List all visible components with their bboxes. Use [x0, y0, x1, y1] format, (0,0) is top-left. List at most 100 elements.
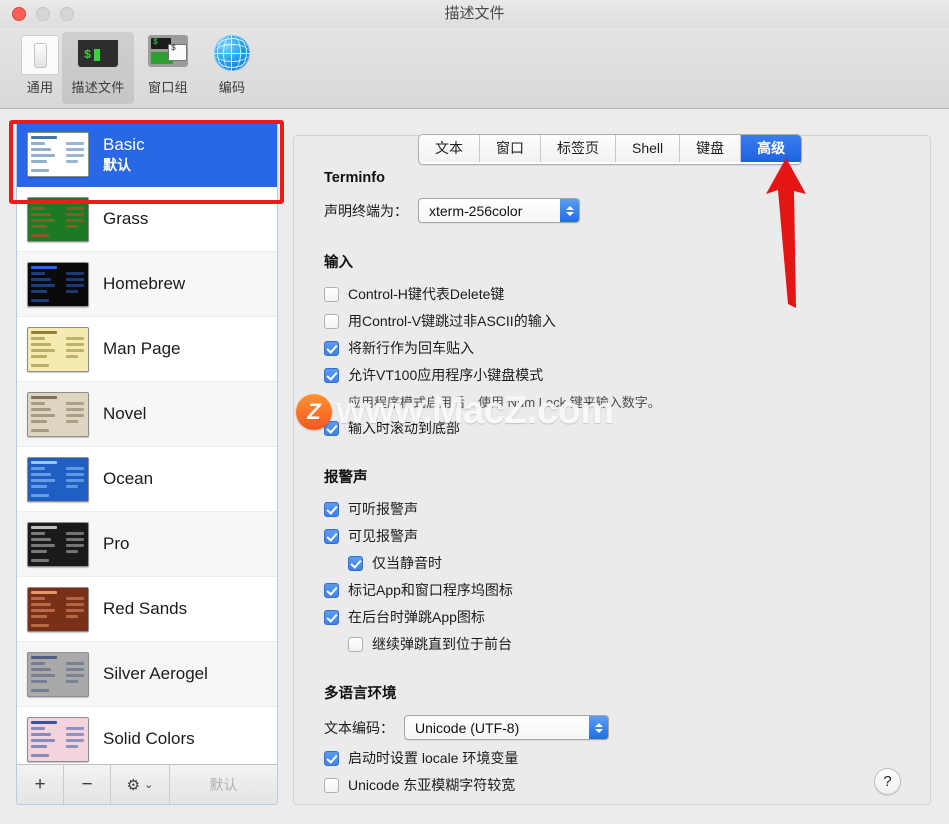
profile-row[interactable]: Red Sands — [17, 577, 277, 642]
profile-list[interactable]: Basic 默认 Grass Homebrew Man Page Novel Ocean Pr… — [17, 122, 277, 765]
checkbox-label: 继续弹跳直到位于前台 — [372, 636, 512, 652]
profile-labels: Man Page — [103, 339, 181, 359]
profile-thumbnail — [27, 716, 89, 762]
profile-thumbnail — [27, 521, 89, 567]
text-encoding-label: 文本编码： — [324, 719, 394, 736]
profile-name: Man Page — [103, 339, 181, 359]
checkbox-checked-icon[interactable] — [324, 582, 339, 598]
checkbox-checked-icon[interactable] — [324, 367, 339, 383]
checkbox-checked-icon[interactable] — [348, 555, 363, 571]
profile-row[interactable]: Man Page — [17, 317, 277, 382]
preferences-panel: Terminfo 声明终端为： xterm-256color 输入 Contro… — [293, 135, 931, 805]
profile-thumbnail — [27, 326, 89, 372]
profile-name: Grass — [103, 209, 149, 229]
checkbox-row[interactable]: 可见报警声 — [324, 526, 930, 546]
title-bar: 描述文件 — [0, 0, 949, 29]
toolbar-label-window-groups: 窗口组 — [148, 80, 188, 95]
profile-labels: Red Sands — [103, 599, 187, 619]
checkbox-row[interactable]: 允许VT100应用程序小键盘模式 — [324, 365, 930, 385]
profile-thumbnail — [27, 651, 89, 697]
checkbox-row[interactable]: 标记App和窗口程序坞图标 — [324, 580, 930, 600]
profile-labels: Silver Aerogel — [103, 664, 208, 684]
profile-name: Homebrew — [103, 274, 186, 294]
international-section-title: 多语言环境 — [324, 686, 397, 702]
profile-name: Novel — [103, 404, 147, 424]
profiles-sidebar: Basic 默认 Grass Homebrew Man Page Novel Ocean Pr… — [16, 121, 278, 805]
tab-Shell[interactable]: Shell — [616, 135, 681, 162]
profile-labels: Pro — [103, 534, 129, 554]
checkbox-row[interactable]: 在后台时弹跳App图标 — [324, 607, 930, 627]
bell-options-group: 可听报警声可见报警声仅当静音时标记App和窗口程序坞图标 在后台时弹跳App图标继… — [324, 499, 930, 654]
checkbox-row[interactable]: 继续弹跳直到位于前台 — [324, 634, 930, 654]
profile-row[interactable]: Pro — [17, 512, 277, 577]
checkbox-row[interactable]: 输入时滚动到底部 — [324, 418, 930, 438]
remove-profile-button[interactable]: − — [64, 765, 111, 804]
set-default-button[interactable]: 默认 — [170, 765, 277, 804]
checkbox-checked-icon[interactable] — [324, 750, 339, 766]
profile-labels: Solid Colors — [103, 729, 195, 749]
declare-terminal-value: xterm-256color — [429, 202, 523, 219]
popup-arrows-icon — [560, 199, 579, 222]
checkbox-unchecked-icon[interactable] — [348, 636, 363, 652]
checkbox-row[interactable]: 将新行作为回车贴入 — [324, 338, 930, 358]
toolbar-item-window-groups[interactable]: 窗口组 — [136, 32, 200, 104]
advanced-pane: Terminfo 声明终端为： xterm-256color 输入 Contro… — [294, 136, 930, 804]
checkbox-row[interactable]: 仅当静音时 — [324, 553, 930, 573]
checkbox-checked-icon[interactable] — [324, 501, 339, 517]
checkbox-label: 用Control-V键跳过非ASCII的输入 — [348, 313, 556, 329]
profile-name: Silver Aerogel — [103, 664, 208, 684]
toolbar-label-encoding: 编码 — [218, 80, 246, 95]
checkbox-unchecked-icon[interactable] — [324, 777, 339, 793]
profile-thumbnail — [27, 196, 89, 242]
toolbar-label-profiles: 描述文件 — [71, 80, 125, 95]
checkbox-label: 可见报警声 — [348, 528, 418, 544]
bell-section-title: 报警声 — [324, 470, 368, 486]
checkbox-checked-icon[interactable] — [324, 528, 339, 544]
profile-thumbnail — [27, 586, 89, 632]
checkbox-unchecked-icon[interactable] — [324, 313, 339, 329]
checkbox-row[interactable]: Unicode 东亚模糊字符较宽 — [324, 775, 930, 795]
checkbox-label: 启动时设置 locale 环境变量 — [348, 750, 519, 766]
declare-terminal-popup[interactable]: xterm-256color — [418, 198, 580, 223]
checkbox-unchecked-icon[interactable] — [324, 286, 339, 302]
checkbox-checked-icon[interactable] — [324, 340, 339, 356]
tab-窗口[interactable]: 窗口 — [480, 135, 541, 162]
checkbox-checked-icon[interactable] — [324, 609, 339, 625]
profile-row[interactable]: Solid Colors — [17, 707, 277, 765]
profile-thumbnail — [27, 391, 89, 437]
profile-row[interactable]: Silver Aerogel — [17, 642, 277, 707]
checkbox-row[interactable]: 用Control-V键跳过非ASCII的输入 — [324, 311, 930, 331]
profile-row[interactable]: Ocean — [17, 447, 277, 512]
profile-actions-menu-button[interactable]: ⚙ ⌄ — [111, 765, 170, 804]
window-title: 描述文件 — [444, 5, 505, 22]
checkbox-label: 将新行作为回车贴入 — [348, 340, 474, 356]
checkbox-row[interactable]: 可听报警声 — [324, 499, 930, 519]
help-button[interactable]: ? — [874, 768, 901, 795]
toolbar-item-profiles[interactable]: $ 描述文件 — [62, 32, 134, 104]
profile-labels: Novel — [103, 404, 146, 424]
checkbox-row[interactable]: 启动时设置 locale 环境变量 — [324, 748, 930, 768]
keypad-help-note: 应用程序模式启用后，使用 Num Lock 键来输入数字。 — [348, 395, 661, 410]
toolbar-item-encoding[interactable]: 编码 — [200, 32, 264, 104]
tab-高级[interactable]: 高级 — [741, 135, 802, 162]
profile-row[interactable]: Basic 默认 — [17, 122, 277, 187]
tab-键盘[interactable]: 键盘 — [680, 135, 742, 162]
profile-row[interactable]: Homebrew — [17, 252, 277, 317]
add-profile-button[interactable]: + — [17, 765, 64, 804]
checkbox-label: 允许VT100应用程序小键盘模式 — [348, 367, 544, 383]
profile-row[interactable]: Novel — [17, 382, 277, 447]
checkbox-label: 可听报警声 — [348, 501, 418, 517]
profile-row[interactable]: Grass — [17, 187, 277, 252]
international-options-group: 启动时设置 locale 环境变量 Unicode 东亚模糊字符较宽 — [324, 748, 930, 795]
profile-subtitle: 默认 — [103, 156, 131, 173]
tab-标签页[interactable]: 标签页 — [541, 135, 616, 162]
checkbox-checked-icon[interactable] — [324, 420, 339, 436]
terminfo-section-title: Terminfo — [324, 170, 385, 186]
text-encoding-popup[interactable]: Unicode (UTF-8) — [404, 715, 609, 740]
tab-文本[interactable]: 文本 — [419, 135, 480, 162]
profile-name: Basic — [103, 135, 145, 155]
popup-arrows-icon — [589, 716, 608, 739]
profile-labels: Grass — [103, 209, 148, 229]
profile-thumbnail — [27, 261, 89, 307]
checkbox-row[interactable]: Control-H键代表Delete键 — [324, 284, 930, 304]
